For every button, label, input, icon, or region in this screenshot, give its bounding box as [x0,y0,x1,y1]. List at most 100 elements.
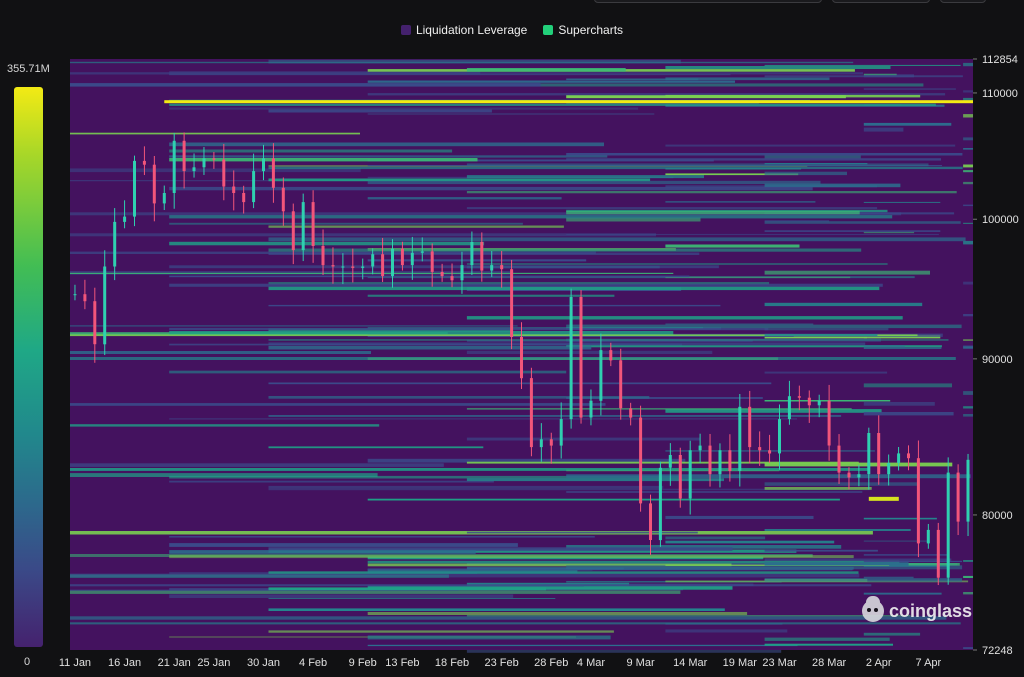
liquidation-band [169,186,813,191]
price-candle-body [807,397,811,406]
price-candle-body [142,160,146,165]
liquidation-band [963,592,973,595]
liquidation-band [169,543,518,547]
liquidation-band [665,536,766,540]
price-candle-body [847,472,851,478]
x-tick-label: 2 Apr [866,657,892,669]
price-candle-body [936,529,940,578]
price-candle-body [520,337,523,379]
price-candle-body [867,433,871,475]
x-tick-label: 14 Mar [673,657,708,669]
liquidation-band [764,371,888,374]
price-candle-body [916,458,920,544]
liquidation-band [466,68,626,72]
liquidation-band [863,73,897,76]
x-tick-label: 13 Feb [385,657,419,669]
x-tick-label: 7 Apr [916,657,942,669]
liquidation-band [764,529,911,531]
x-tick-label: 16 Jan [108,657,141,669]
price-candle-body [559,419,563,446]
price-candle-body [440,272,444,277]
price-candle-body [123,216,127,222]
price-candle-body [787,396,791,420]
liquidation-band [70,584,872,587]
price-candle-body [639,417,643,504]
liquidation-band [566,210,860,215]
liquidation-band [963,90,973,93]
liquidation-band [863,517,937,520]
liquidation-band [169,241,485,246]
liquidation-band [367,180,821,185]
liquidation-band [169,107,639,110]
liquidation-band [764,230,941,232]
price-candle-body [549,439,553,446]
liquidation-band [169,370,567,374]
liquidation-band [367,644,798,647]
x-tick-label: 23 Mar [762,657,797,669]
liquidation-band [665,244,800,248]
liquidation-band [169,265,719,269]
liquidation-band [169,149,453,153]
price-candle-body [897,453,901,463]
price-candle-body [738,406,742,471]
liquidation-band [268,109,492,113]
price-candle-body [331,265,335,267]
liquidation-band [863,201,941,203]
x-tick-label: 4 Feb [299,657,327,669]
liquidation-band [268,415,842,417]
liquidation-band [268,178,651,182]
x-tick-label: 28 Feb [534,657,568,669]
liquidation-band [963,62,973,67]
liquidation-band [70,573,860,578]
price-candle-body [926,529,930,544]
price-candle-body [569,297,573,420]
liquidation-band [70,473,378,477]
liquidation-band [268,248,862,252]
liquidation-band [466,478,724,482]
price-candle-body [232,186,236,193]
price-candle-body [351,266,355,268]
price-candle-body [291,211,295,251]
y-axis: 112854 110000 100000 90000 80000 72248 [973,54,1019,657]
price-candle-body [609,350,613,361]
liquidation-band [70,463,444,467]
liquidation-band [665,515,814,519]
liquidation-band [764,482,920,486]
liquidation-band [863,122,952,126]
liquidation-band [367,197,562,200]
price-candle-body [93,301,97,345]
price-candle-body [262,158,265,172]
price-candle-body [827,400,831,446]
price-candle-body [837,445,841,473]
liquidation-band [268,286,880,291]
liquidation-band [268,396,650,399]
liquidation-band [963,164,973,168]
liquidation-band [466,461,859,464]
liquidation-band [466,175,704,179]
liquidation-heatmap-chart[interactable]: 112854 110000 100000 90000 80000 72248 11 Jan… [0,0,1024,677]
price-candle-body [410,252,414,266]
liquidation-band [367,113,655,115]
liquidation-band [863,345,905,348]
liquidation-band [466,263,888,265]
price-candle-body [391,248,394,277]
liquidation-band [963,406,973,409]
liquidation-band [169,594,514,598]
price-candle-body [539,439,543,448]
price-candle-body [133,160,136,217]
price-candle-body [728,450,732,471]
price-candle-body [430,251,434,272]
liquidation-band [764,302,923,307]
price-candle-body [470,242,474,266]
liquidation-band [169,480,494,483]
liquidation-band [963,560,973,562]
liquidation-band [268,598,556,599]
liquidation-band [764,487,872,490]
liquidation-band [268,339,949,341]
price-candle-body [629,408,633,418]
liquidation-band [566,474,971,479]
liquidation-band [963,391,973,395]
liquidation-band [665,77,830,81]
liquidation-band [764,64,961,66]
liquidation-band [963,170,973,173]
